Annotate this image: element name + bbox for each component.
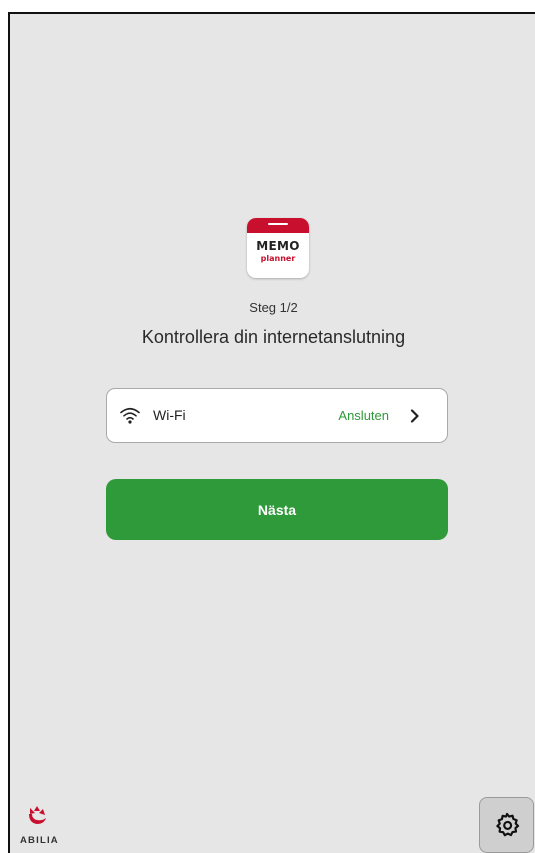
app-icon-planner-text: planner [260,254,296,263]
wifi-label: Wi-Fi [153,407,186,423]
next-button[interactable]: Nästa [106,479,448,540]
abilia-logo-icon [29,806,46,824]
app-icon-band [247,218,309,233]
setup-screen: MEMO planner Steg 1/2 Kontrollera din in… [8,12,535,853]
step-indicator: Steg 1/2 [249,300,298,315]
memoplanner-app-icon: MEMO planner [247,218,309,278]
wifi-icon [120,407,140,424]
gear-icon [495,812,519,837]
abilia-logo-text: ABILIA [20,835,59,846]
page-title: Kontrollera din internetanslutning [141,327,406,347]
wifi-status: Ansluten [338,408,389,423]
app-icon-memo-text: MEMO [256,239,300,253]
wifi-settings-row[interactable]: Wi-Fi Ansluten [106,388,448,443]
chevron-right-icon [410,409,419,423]
settings-button[interactable] [479,797,534,853]
